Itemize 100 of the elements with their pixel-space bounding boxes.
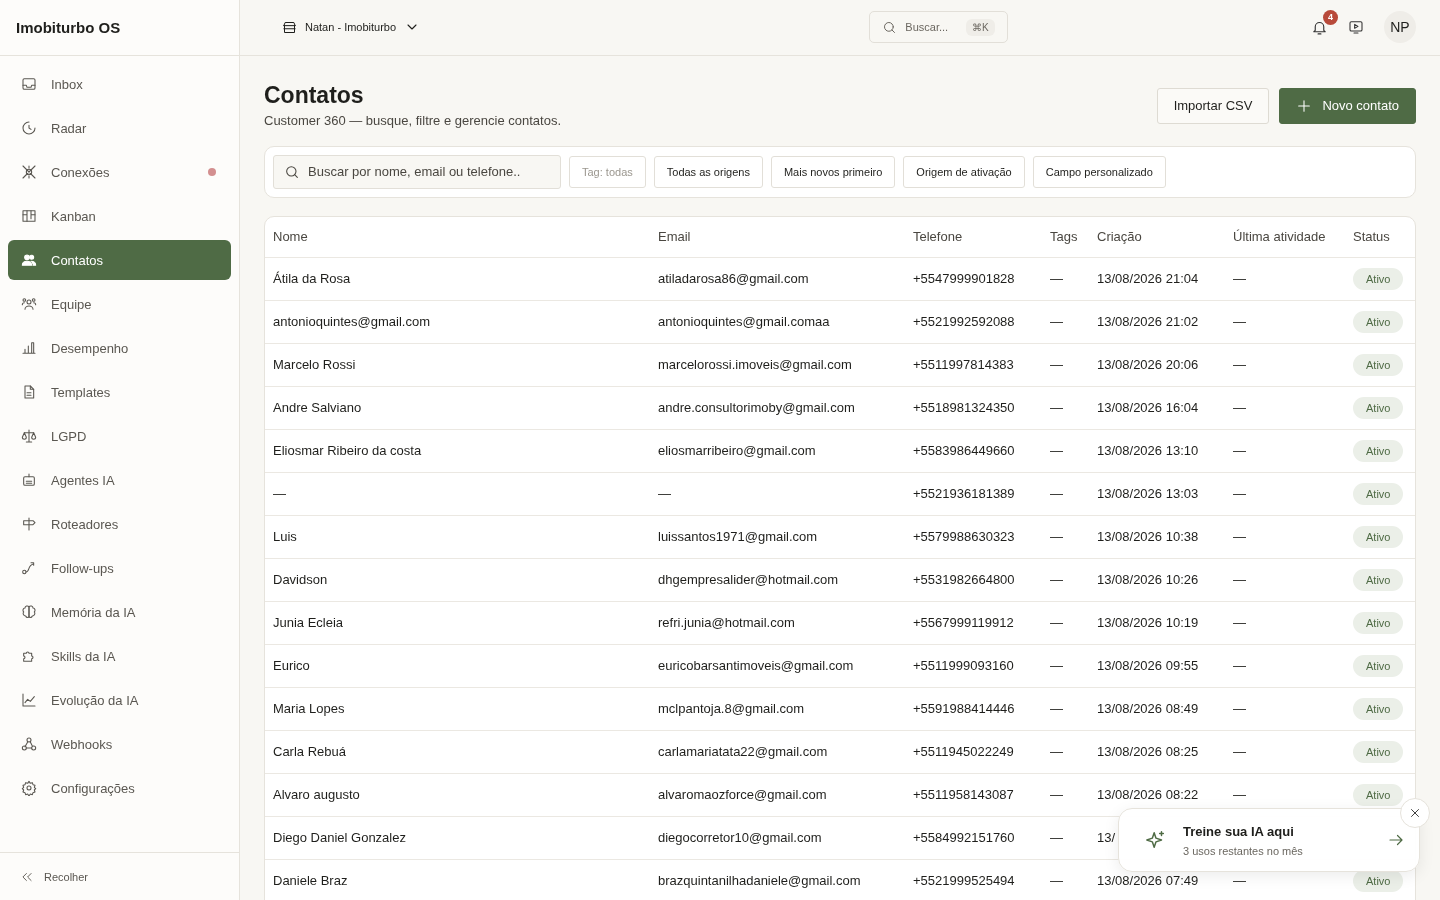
sidebar-item[interactable]: Skills da IA [8,636,231,676]
column-header: Nome [273,229,308,245]
table-cell: carlamariatata22@gmail.com [658,744,828,760]
filter-button[interactable]: Campo personalizado [1032,155,1166,188]
search-field[interactable]: Buscar... ⌘K [869,11,1008,44]
table-cell: Davidson [273,572,328,588]
close-icon [1408,806,1422,820]
sidebar-item[interactable]: Agentes IA [8,460,231,500]
store-icon [282,19,297,35]
status-badge: Ativo [1353,654,1404,677]
table-cell: +5579988630323 [913,529,1015,545]
toast-text: 3 usos restantes no mês [1183,844,1304,857]
sidebar-item[interactable]: Memória da IA [8,592,231,632]
sidebar-item[interactable]: LGPD [8,416,231,456]
sidebar-item[interactable]: Contatos [8,240,231,280]
filter-button[interactable]: Todas as origens [653,155,763,188]
sidebar-item[interactable]: Templates [8,372,231,412]
sidebar-item[interactable]: Desempenho [8,328,231,368]
table-cell: — [1050,873,1063,889]
status-badge: Ativo [1353,267,1404,290]
table-cell: +5547999901828 [913,271,1015,287]
table-cell: atiladarosa86@gmail.com [658,271,809,287]
column-header: Última atividade [1233,229,1326,245]
table-cell: +5511999093160 [913,658,1014,674]
table-cell: — [1050,615,1063,631]
table-cell: Daniele Braz [273,873,348,889]
table-cell: alvaromaozforce@gmail.com [658,787,827,803]
table-cell: brazquintanilhadaniele@gmail.com [658,873,861,889]
brain-icon [21,604,37,620]
sidebar-item[interactable]: Follow-ups [8,548,231,588]
sidebar-item[interactable]: Conexões [8,152,231,192]
training-toast[interactable]: Treine sua IA aqui 3 usos restantes no mês [1118,808,1420,872]
video-button[interactable] [1348,19,1364,36]
sidebar-item[interactable]: Kanban [8,196,231,236]
column-header: Email [658,229,691,245]
table-cell: 13/08/2026 20:06 [1097,357,1199,373]
table-cell: — [1233,271,1246,287]
sidebar-item[interactable]: Evolução da IA [8,680,231,720]
collapse-button[interactable]: Recolher [0,852,239,900]
inbox-icon [21,76,37,92]
sidebar-item[interactable]: Configurações [8,768,231,808]
search-icon [882,19,898,35]
table-cell: 13/08/2026 10:38 [1097,529,1199,545]
route-icon [21,560,37,576]
table-cell: Átila da Rosa [273,271,351,287]
status-badge: Ativo [1353,525,1404,548]
table-cell: — [1050,486,1063,502]
sidebar-item[interactable]: Webhooks [8,724,231,764]
table-cell: andre.consultorimoby@gmail.com [658,400,855,416]
new-contact-button[interactable]: Novo contato [1279,87,1416,124]
status-badge: Ativo [1353,568,1404,591]
table-cell: 13/08/2026 10:26 [1097,572,1199,588]
table-cell: +5518981324350 [913,400,1015,416]
table-cell: — [1233,400,1246,416]
filter-button[interactable]: Origem de ativação [903,155,1025,188]
table-cell: 13/08/2026 07:49 [1097,873,1199,889]
settings-icon [21,780,37,796]
sidebar-item[interactable]: Radar [8,108,231,148]
table-cell: Alvaro augusto [273,787,360,803]
table-cell: — [1233,873,1246,889]
status-badge: Ativo [1353,783,1404,806]
status-badge: Ativo [1353,697,1404,720]
table-cell: +5511945022249 [913,744,1014,760]
user-avatar[interactable]: NP [1384,11,1416,44]
search-icon [284,163,300,180]
table-cell: 13/08/2026 08:25 [1097,744,1199,760]
app-title: Imobiturbo OS [16,19,121,36]
team-icon [21,296,37,312]
workspace-selector[interactable]: Natan - Imobiturbo [276,18,427,37]
webhook-icon [21,736,37,752]
sidebar-item[interactable]: Roteadores [8,504,231,544]
table-cell: +5531982664800 [913,572,1015,588]
table-cell: +5583986449660 [913,443,1015,459]
import-button[interactable]: Importar CSV [1156,87,1270,124]
sidebar-item[interactable]: Equipe [8,284,231,324]
page-subtitle: Customer 360 — busque, filtre e gerencie contatos. [264,112,561,128]
table-cell: — [1233,314,1246,330]
table-cell: — [1050,830,1063,846]
table-cell: — [1233,615,1246,631]
table-cell: 13/08/2026 13:03 [1097,486,1199,502]
search-field[interactable]: Buscar por nome, email ou telefone.. [273,154,561,189]
table-cell: euricobarsantimoveis@gmail.com [658,658,854,674]
table-cell: — [1050,357,1063,373]
toast-title: Treine sua IA aqui [1183,823,1295,839]
table-cell: 13/08/2026 13:10 [1097,443,1199,459]
page-title: Contatos [264,81,365,109]
table-cell: — [1050,529,1063,545]
table-cell: — [273,486,286,502]
table-cell: 13/08/2026 21:04 [1097,271,1199,287]
column-header: Status [1353,229,1390,245]
table-cell: marcelorossi.imoveis@gmail.com [658,357,852,373]
status-badge: Ativo [1353,611,1404,634]
table-cell: — [1233,443,1246,459]
sidebar-item[interactable]: Inbox [8,64,231,104]
status-badge: Ativo [1353,396,1404,419]
signpost-icon [21,516,37,532]
column-header: Tags [1050,229,1078,245]
sparkle-icon [1145,829,1167,851]
filter-button[interactable]: Mais novos primeiro [770,155,896,188]
table-cell: — [658,486,671,502]
